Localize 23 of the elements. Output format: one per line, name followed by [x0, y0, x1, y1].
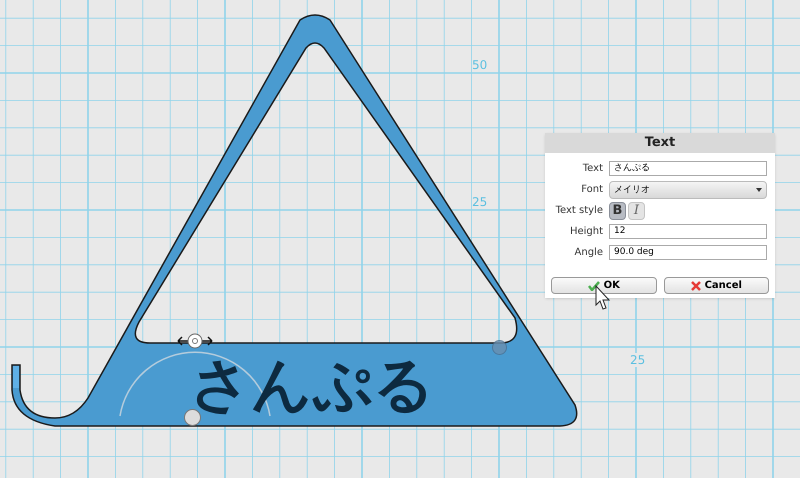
- field-label: Text: [582, 162, 603, 176]
- font-dropdown[interactable]: メイリオ: [609, 180, 767, 198]
- y-axis-label: 25: [472, 195, 488, 209]
- field-label: Font: [580, 183, 603, 197]
- text-style-toggle[interactable]: I: [628, 202, 645, 220]
- y-axis-label: 50: [472, 58, 488, 72]
- text-style-toggle[interactable]: B: [609, 202, 626, 220]
- input-field[interactable]: さんぷる: [609, 161, 767, 176]
- model-text: さんぷる: [190, 352, 434, 418]
- input-field[interactable]: 90.0 deg: [609, 245, 767, 260]
- field-label: Height: [568, 225, 603, 239]
- close-icon: [690, 280, 701, 290]
- field-label: Text style: [554, 204, 603, 218]
- dialog-title: Text: [545, 133, 775, 153]
- field-label: Angle: [574, 246, 603, 260]
- dropdown-caret-icon: [756, 188, 762, 192]
- ok-button[interactable]: OK: [551, 277, 656, 294]
- cancel-button[interactable]: Cancel: [664, 277, 769, 294]
- input-field[interactable]: 12: [609, 224, 767, 239]
- rotate-handle-icon[interactable]: [176, 332, 214, 350]
- snap-point-icon[interactable]: [492, 340, 507, 355]
- x-axis-label: 25: [629, 353, 646, 367]
- checkmark-icon: [588, 280, 600, 290]
